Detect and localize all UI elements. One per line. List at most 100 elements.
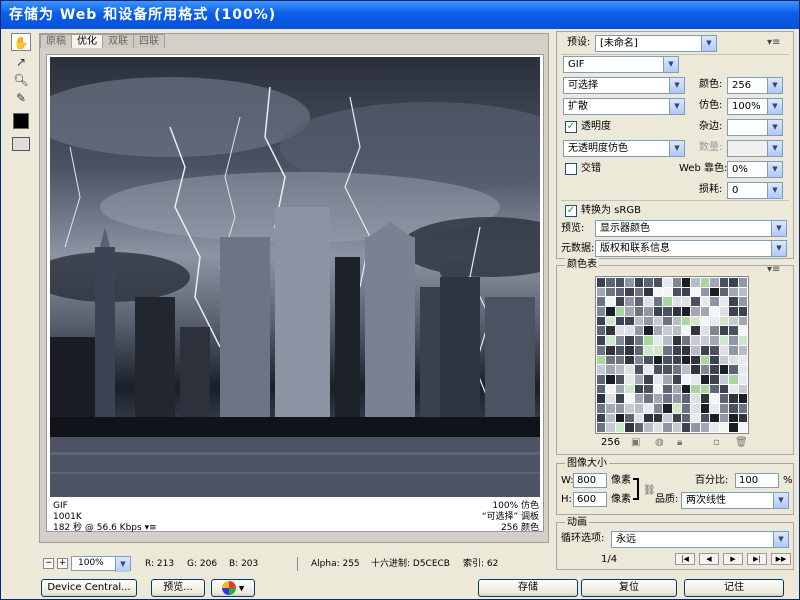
color-swatch[interactable] [700, 384, 710, 394]
color-swatch[interactable] [615, 394, 625, 403]
lossy-select[interactable]: 0 ▼ [727, 182, 783, 199]
color-swatch[interactable] [700, 413, 710, 423]
color-swatch[interactable] [691, 345, 700, 355]
color-swatch[interactable] [681, 413, 691, 423]
color-swatch[interactable] [644, 307, 653, 316]
loop-select[interactable]: 永远 ▼ [611, 531, 789, 548]
color-swatch[interactable] [719, 345, 729, 355]
color-swatch[interactable] [710, 336, 719, 345]
color-swatch[interactable] [719, 374, 729, 384]
color-swatch[interactable] [644, 423, 653, 432]
color-swatch[interactable] [710, 423, 719, 432]
color-swatch[interactable] [606, 365, 615, 374]
color-swatch[interactable] [729, 307, 738, 316]
color-swatch[interactable] [625, 423, 634, 432]
color-swatch[interactable] [681, 423, 691, 432]
color-swatch[interactable] [700, 307, 710, 316]
color-swatch[interactable] [691, 423, 700, 432]
color-swatch[interactable] [738, 297, 747, 307]
color-swatch[interactable] [634, 374, 644, 384]
color-swatch[interactable] [681, 384, 691, 394]
color-swatch[interactable] [653, 384, 663, 394]
color-swatch[interactable] [606, 355, 615, 365]
color-swatch[interactable] [672, 384, 681, 394]
color-swatch[interactable] [653, 287, 663, 297]
color-swatch[interactable] [597, 297, 606, 307]
color-swatch[interactable] [644, 345, 653, 355]
color-swatch[interactable] [606, 287, 615, 297]
color-swatch[interactable] [634, 307, 644, 316]
color-swatch[interactable] [738, 413, 747, 423]
color-swatch[interactable] [653, 374, 663, 384]
color-swatch[interactable] [672, 297, 681, 307]
color-swatch[interactable] [634, 345, 644, 355]
hand-tool-icon[interactable]: ✋ [11, 33, 31, 51]
color-swatch[interactable] [625, 394, 634, 403]
color-swatch[interactable] [681, 316, 691, 326]
color-swatch[interactable] [644, 287, 653, 297]
last-frame-icon[interactable]: ▶▶ [771, 553, 791, 565]
quality-select[interactable]: 两次线性 ▼ [681, 492, 789, 509]
color-swatch[interactable] [653, 326, 663, 336]
color-swatch[interactable] [653, 355, 663, 365]
color-swatch[interactable] [729, 403, 738, 413]
color-swatch[interactable] [719, 297, 729, 307]
color-swatch[interactable] [729, 374, 738, 384]
color-swatch[interactable] [700, 374, 710, 384]
color-swatch[interactable] [710, 345, 719, 355]
color-swatch[interactable] [597, 403, 606, 413]
color-swatch[interactable] [615, 316, 625, 326]
color-swatch[interactable] [691, 403, 700, 413]
color-swatch[interactable] [653, 403, 663, 413]
color-swatch[interactable] [625, 365, 634, 374]
color-swatch[interactable] [644, 394, 653, 403]
save-button[interactable]: 存储 [478, 579, 578, 597]
color-swatch[interactable] [663, 384, 672, 394]
color-swatch[interactable] [663, 403, 672, 413]
color-swatch[interactable] [644, 278, 653, 287]
color-swatch[interactable] [625, 326, 634, 336]
color-swatch[interactable] [691, 384, 700, 394]
color-swatch[interactable] [653, 345, 663, 355]
color-swatch[interactable] [719, 326, 729, 336]
color-swatch[interactable] [615, 413, 625, 423]
color-swatch[interactable] [700, 297, 710, 307]
color-swatch[interactable] [606, 403, 615, 413]
tab-4-up[interactable]: 四联 [133, 34, 165, 48]
color-swatch[interactable] [738, 336, 747, 345]
color-swatch[interactable] [653, 307, 663, 316]
color-swatch[interactable] [681, 355, 691, 365]
color-swatch[interactable] [644, 297, 653, 307]
color-swatch[interactable] [606, 307, 615, 316]
color-swatch[interactable] [700, 316, 710, 326]
color-swatch[interactable] [729, 423, 738, 432]
color-swatch[interactable] [710, 413, 719, 423]
color-swatch[interactable] [691, 374, 700, 384]
color-swatch[interactable] [644, 374, 653, 384]
convert-srgb-checkbox[interactable]: ✓ [565, 205, 577, 217]
color-swatch[interactable] [597, 287, 606, 297]
color-swatch[interactable] [625, 355, 634, 365]
color-swatch[interactable] [710, 365, 719, 374]
color-swatch[interactable] [634, 316, 644, 326]
color-swatch[interactable] [634, 278, 644, 287]
color-swatch[interactable] [700, 278, 710, 287]
color-swatch[interactable] [700, 287, 710, 297]
color-swatch[interactable] [681, 297, 691, 307]
color-swatch[interactable] [719, 384, 729, 394]
color-swatch[interactable] [691, 336, 700, 345]
color-swatch[interactable] [615, 403, 625, 413]
color-swatch[interactable] [719, 287, 729, 297]
color-swatch[interactable] [625, 316, 634, 326]
color-swatch[interactable] [681, 287, 691, 297]
percent-input[interactable]: 100 [735, 473, 779, 488]
zoom-tool-icon[interactable]: 🔍︎ [11, 71, 31, 89]
color-swatch[interactable] [634, 326, 644, 336]
color-swatch[interactable] [672, 278, 681, 287]
trash-icon[interactable]: 🗑︎ [735, 436, 748, 450]
color-swatch[interactable] [681, 345, 691, 355]
color-swatch[interactable] [681, 326, 691, 336]
color-swatch[interactable] [700, 355, 710, 365]
color-swatch[interactable] [597, 423, 606, 432]
color-swatch[interactable] [672, 287, 681, 297]
